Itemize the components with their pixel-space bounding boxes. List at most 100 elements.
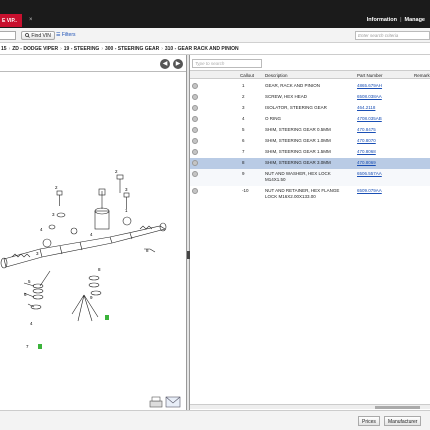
diagram-callout[interactable]: 3 [125,187,128,192]
info-icon[interactable] [192,188,198,194]
horizontal-scrollbar[interactable] [190,404,430,409]
close-tab-icon[interactable]: × [29,17,33,23]
info-icon[interactable] [192,116,198,122]
description-cell: SHIM, STEERING GEAR 1.0MM [265,138,331,144]
info-icon[interactable] [192,160,198,166]
prev-diagram-button[interactable]: ◀ [160,59,170,69]
manage-link[interactable]: Manage [402,17,428,23]
diagram-callout[interactable]: 8 [98,267,101,272]
filters-button[interactable]: ☰ Filters [56,32,76,38]
next-diagram-button[interactable]: ▶ [173,59,183,69]
diagram-callout[interactable]: 2 [55,185,58,190]
diagram-callout[interactable]: 1 [125,208,128,213]
bolt-part [56,190,63,206]
description-cell: SHIM, STEERING GEAR 0.5MM [265,127,331,133]
part-number-link[interactable]: 4708.035AB [357,116,382,122]
column-header-description[interactable]: Description [265,73,288,78]
part-number-link[interactable]: 470.8069 [357,160,376,166]
part-number-link[interactable]: 470.8068 [357,149,376,155]
callout-cell: 5 [242,127,245,132]
diagram-callout[interactable]: 7 [26,344,29,349]
search-input[interactable]: Enter search criteria [355,31,430,40]
table-row[interactable]: 7 SHIM, STEERING GEAR 1.5MM 470.8068 [190,147,430,158]
part-number-link[interactable]: 4865.679AH [357,83,382,89]
manufacturer-button[interactable]: Manufacturer [384,416,422,426]
parts-diagram[interactable]: 2 2 3 3 4 3 1 4 5 6 7 8 8 9 4 [0,71,186,411]
table-row[interactable]: 9 NUT AND WASHER, HEX LOCK M14X1.50 6506.55… [190,169,430,186]
breadcrumb-item[interactable]: 310 - GEAR RACK AND PINION [165,46,239,52]
description-line: GEAR, RACK AND PINION [265,83,321,88]
column-header-remark[interactable]: Remark [414,73,430,78]
info-icon[interactable] [192,105,198,111]
breadcrumb-item[interactable]: ZD - DODGE VIPER [12,46,58,52]
table-row[interactable]: 2 SCREW, HEX HEAD 6508.038AA [190,92,430,103]
part-number-link[interactable]: 6508.038AA [357,94,382,100]
catalog-tab[interactable]: E VIP.. [0,14,22,27]
bolt-part [123,192,130,209]
diagram-callout[interactable]: 4 [30,321,33,326]
part-number-link[interactable]: 6509.079AA [357,188,382,194]
print-icon[interactable] [149,396,163,408]
callout-cell: 1 [242,83,245,88]
description-line: SCREW, HEX HEAD [265,94,308,99]
find-vin-button[interactable]: Find VIN [21,31,55,40]
diagram-callout[interactable]: 4 [40,227,43,232]
description-line: SHIM, STEERING GEAR 3.0MM [265,160,331,165]
description-line: LOCK M16X2.00X133.00 [265,193,316,199]
diagram-callout[interactable]: 2 [115,169,118,174]
table-row[interactable]: 5 SHIM, STEERING GEAR 0.5MM 470.8475 [190,125,430,136]
vehicle-select[interactable] [0,31,16,40]
info-icon[interactable] [192,127,198,133]
app-header: E VIP.. × Information | Manage [0,0,430,28]
diagram-callout[interactable]: 5 [28,279,31,284]
callout-cell: 6 [242,138,245,143]
description-line: ISOLATOR, STEERING GEAR [265,105,327,110]
prices-button[interactable]: Prices [358,416,380,426]
diagram-callout[interactable]: 9 [90,295,93,300]
diagram-callout[interactable]: 3 [36,251,39,256]
information-link[interactable]: Information [364,17,400,23]
info-icon[interactable] [192,138,198,144]
breadcrumb-item[interactable]: 15 [1,46,7,52]
breadcrumb: 15 › ZD - DODGE VIPER › 19 - STEERING › 300 - … [0,43,430,55]
callout-cell: 8 [242,160,245,165]
table-row[interactable]: 1 GEAR, RACK AND PINION 4865.679AH [190,81,430,92]
callout-cell: 9 [242,171,245,176]
part-number-link[interactable]: 6506.557AA [357,171,382,177]
description-cell: SHIM, STEERING GEAR 1.5MM [265,149,331,155]
part-number-link[interactable]: 470.8475 [357,127,376,133]
toolbar: Find VIN ☰ Filters Enter search criteria [0,28,430,43]
diagram-callout[interactable]: 3 [52,212,55,217]
callout-cell: -10 [242,188,249,193]
description-cell: O RING [265,116,281,122]
breadcrumb-item[interactable]: 19 - STEERING [64,46,100,52]
highlight-callout[interactable] [38,344,42,349]
column-header-part-number[interactable]: Part Number [357,73,383,78]
shim-stack [88,275,102,296]
tab-label: E VIP.. [2,18,17,24]
find-vin-label: Find VIN [31,33,51,39]
diagram-callout[interactable]: 4 [90,232,93,237]
table-row[interactable]: 6 SHIM, STEERING GEAR 1.0MM 470.8070 [190,136,430,147]
email-icon[interactable] [165,396,181,408]
highlight-callout[interactable] [105,315,109,320]
description-line: NUT AND WASHER, HEX LOCK [265,171,331,176]
info-icon[interactable] [192,83,198,89]
info-icon[interactable] [192,94,198,100]
table-row[interactable]: 4 O RING 4708.035AB [190,114,430,125]
part-number-link[interactable]: 464.2118 [357,105,375,111]
description-line: O RING [265,116,282,121]
filter-input[interactable]: Type to search [192,59,262,68]
description-line: SHIM, STEERING GEAR 0.5MM [265,127,331,132]
scroll-thumb[interactable] [375,406,420,409]
info-icon[interactable] [192,171,198,177]
diagram-callout[interactable]: 6 [24,292,27,297]
table-row[interactable]: 3 ISOLATOR, STEERING GEAR 464.2118 [190,103,430,114]
part-number-link[interactable]: 470.8070 [357,138,376,144]
top-nav: Information | Manage [364,17,428,23]
breadcrumb-item[interactable]: 300 - STEERING GEAR [105,46,159,52]
table-row[interactable]: 8 SHIM, STEERING GEAR 3.0MM 470.8069 [190,158,430,169]
info-icon[interactable] [192,149,198,155]
table-row[interactable]: -10 NUT AND RETAINER, HEX FLANGE LOCK M16X… [190,186,430,203]
column-header-callout[interactable]: Callout [240,73,254,78]
